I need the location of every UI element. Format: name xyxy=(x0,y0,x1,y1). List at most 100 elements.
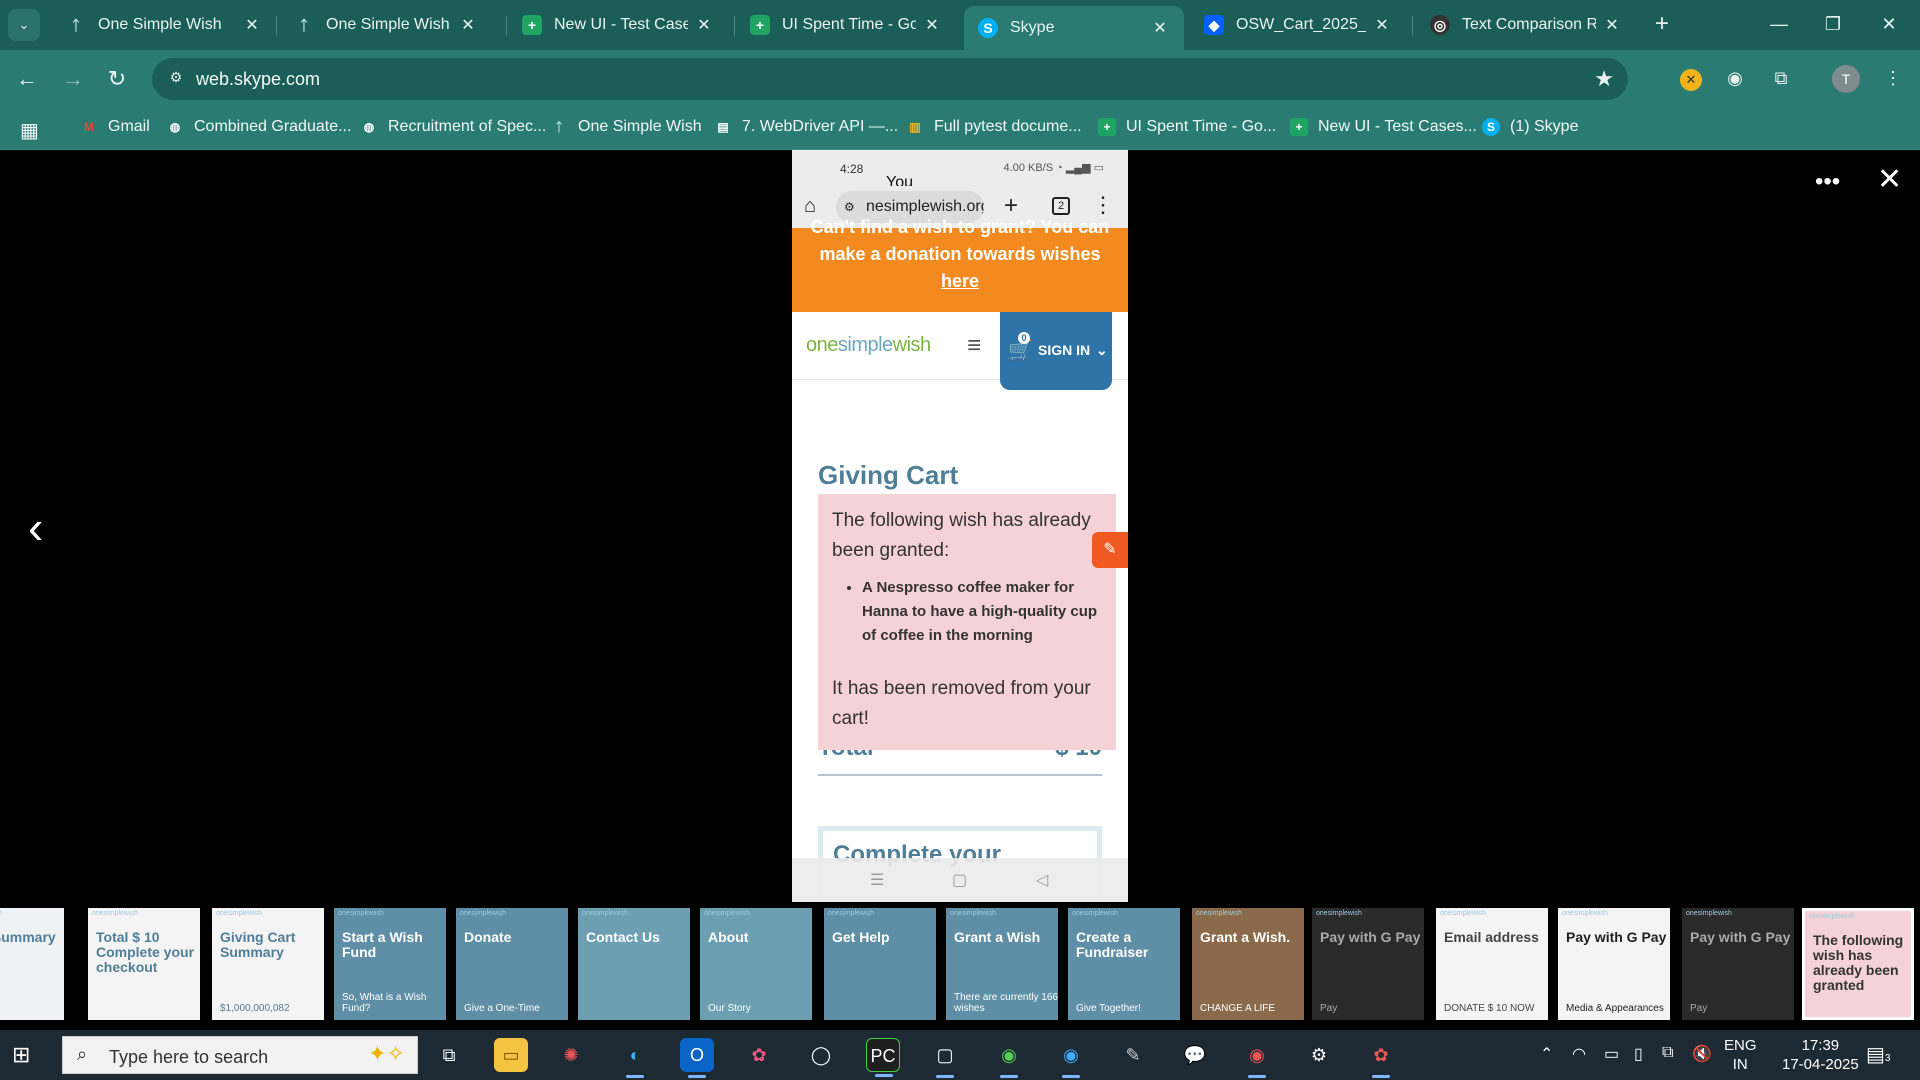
close-icon[interactable]: ✕ xyxy=(242,15,262,35)
apps-grid-icon[interactable]: ▦ xyxy=(20,118,39,143)
windows-start-icon[interactable]: ⊞ xyxy=(12,1042,38,1068)
bookmark-recruitment[interactable]: ◍ Recruitment of Spec... xyxy=(360,118,547,136)
app-icon[interactable]: ✿ xyxy=(1364,1038,1398,1078)
giving-cart-heading: Giving Cart xyxy=(818,460,959,490)
bookmark-skype[interactable]: S (1) Skype xyxy=(1482,118,1578,136)
thumbnail-item[interactable]: onesimplewish The following wish has alre… xyxy=(1802,908,1914,1020)
thumbnail-logo: onesimplewish xyxy=(582,910,628,917)
tab-ui-spent-time[interactable]: + UI Spent Time - Goo ✕ xyxy=(736,6,956,44)
settings-gear-icon[interactable]: ⚙ xyxy=(1302,1038,1336,1072)
clock[interactable]: 17:39 17-04-2025 xyxy=(1782,1036,1859,1074)
file-explorer-icon[interactable]: ▭ xyxy=(494,1038,528,1072)
chat-icon[interactable]: 💬 xyxy=(1178,1038,1212,1072)
previous-image-icon[interactable]: ‹ xyxy=(28,500,43,554)
task-view-icon[interactable]: ⧉ xyxy=(432,1038,466,1072)
mute-icon[interactable]: 🔇 xyxy=(1692,1044,1712,1064)
close-icon[interactable]: ✕ xyxy=(922,15,942,35)
profile-avatar[interactable]: T xyxy=(1832,65,1860,93)
close-icon[interactable]: ✕ xyxy=(1150,18,1170,38)
thumbnail-item[interactable]: onesimplewish Start a Wish Fund So, What i… xyxy=(334,908,446,1020)
bookmark-combined-graduate[interactable]: ◍ Combined Graduate... xyxy=(166,118,352,136)
thumbnail-item[interactable]: onesimplewish Pay with G Pay Pay xyxy=(1312,908,1424,1020)
thumbnail-logo: onesimplewish xyxy=(1196,910,1242,917)
outlook-icon[interactable]: O xyxy=(680,1038,714,1078)
close-viewer-icon[interactable]: ✕ xyxy=(1877,162,1902,197)
pycharm-icon[interactable]: PC xyxy=(866,1038,900,1077)
restore-button[interactable]: ❐ xyxy=(1810,8,1856,40)
thumbnail-logo: onesimplewish xyxy=(0,910,2,917)
taskbar-search[interactable]: ⌕ Type here to search ✦✧ xyxy=(62,1036,418,1074)
thumbnail-item[interactable]: onesimplewish Pay with G Pay Pay xyxy=(1682,908,1794,1020)
address-bar[interactable]: ⚙ web.skype.com ★ xyxy=(152,58,1628,100)
phone-status-bar: 4:28 You 4.00 KB/S ◔ ▂▄▆ ▭ xyxy=(792,150,1128,191)
close-window-button[interactable]: ✕ xyxy=(1866,8,1912,40)
image-viewer: ••• ✕ ‹ 4:28 You 4.00 KB/S ◔ ▂▄▆ ▭ ⌂ ⚙ ne… xyxy=(0,150,1920,902)
bookmark-new-ui-test-cases[interactable]: + New UI - Test Cases... xyxy=(1290,118,1477,136)
thumbnail-item[interactable]: onesimplewish Giving Cart Summary $1,000,0… xyxy=(212,908,324,1020)
tab-search-button[interactable]: ⌄ xyxy=(8,9,40,41)
bookmark-star-icon[interactable]: ★ xyxy=(1594,66,1614,92)
display-icon[interactable]: ▯ xyxy=(1634,1044,1643,1064)
chrome-alt-icon[interactable]: ◉ xyxy=(1240,1038,1274,1078)
thumbnail-item[interactable]: onesimplewish Grant a Wish. CHANGE A LIFE xyxy=(1192,908,1304,1020)
close-icon[interactable]: ✕ xyxy=(1602,15,1622,35)
back-button[interactable]: ← xyxy=(10,62,44,96)
tab-osw-cart-pdf[interactable]: ◆ OSW_Cart_2025_v3.p ✕ xyxy=(1190,6,1406,44)
site-info-icon[interactable]: ⚙ xyxy=(166,69,186,89)
thumbnail-item[interactable]: onesimplewish Grant a Wish There are curre… xyxy=(946,908,1058,1020)
window-icon[interactable]: ▢ xyxy=(928,1038,962,1078)
globe-icon: ◍ xyxy=(169,120,181,134)
extensions-puzzle-icon[interactable]: ⧉ xyxy=(1766,63,1796,93)
dell-icon[interactable]: ◯ xyxy=(804,1038,838,1072)
thumbnail-item[interactable]: onesimplewish Email address DONATE $ 10 NO… xyxy=(1436,908,1548,1020)
thumbnail-item[interactable]: onesimplewish Contact Us xyxy=(578,908,690,1020)
thumbnail-title: Giving Cart Summary xyxy=(220,929,296,960)
bookmark-gmail[interactable]: M Gmail xyxy=(80,118,150,136)
thumbnail-item[interactable]: onesimplewish Total $ 10 Complete your ch… xyxy=(88,908,200,1020)
more-options-icon[interactable]: ••• xyxy=(1815,168,1840,196)
compare-icon: ◎ xyxy=(1430,15,1450,35)
wifi-icon[interactable]: ◠ xyxy=(1572,1044,1586,1064)
chevron-up-icon[interactable]: ⌃ xyxy=(1540,1044,1553,1064)
thumbnail-title: Total $ 10 Complete your checkout xyxy=(96,929,195,975)
edge-icon[interactable]: ◐ xyxy=(618,1038,652,1078)
tab-one-simple-wish-2[interactable]: ᛏ One Simple Wish ✕ xyxy=(280,6,492,44)
menu-kebab-icon[interactable]: ⋮ xyxy=(1878,63,1908,93)
copilot-icon[interactable]: ✺ xyxy=(554,1038,588,1072)
thumbnail-title: Grant a Wish. xyxy=(1200,929,1291,945)
extension-icon[interactable]: ✕ xyxy=(1676,63,1706,93)
thumbnail-item[interactable]: onesimplewish Create a Fundraiser Give Tog… xyxy=(1068,908,1180,1020)
language-indicator[interactable]: ENG IN xyxy=(1724,1036,1757,1074)
close-icon[interactable]: ✕ xyxy=(694,15,714,35)
tab-skype[interactable]: S Skype ✕ xyxy=(964,6,1184,50)
osw-icon: ᛏ xyxy=(299,17,309,33)
tab-one-simple-wish-1[interactable]: ᛏ One Simple Wish ✕ xyxy=(52,6,276,44)
thumbnail-subtitle: DONATE $ 10 NOW xyxy=(1444,1003,1535,1014)
chrome-profile-icon[interactable]: ◉ xyxy=(1054,1038,1088,1078)
chrome-icon[interactable]: ◉ xyxy=(992,1038,1026,1078)
thumbnail-item[interactable]: onesimplewish Pay with G Pay Media & Appea… xyxy=(1558,908,1670,1020)
bookmark-one-simple-wish[interactable]: ᛏ One Simple Wish xyxy=(550,118,701,136)
close-icon[interactable]: ✕ xyxy=(1372,15,1392,35)
bookmark-webdriver-api[interactable]: ▤ 7. WebDriver API —... xyxy=(714,118,898,136)
bookmark-pytest[interactable]: ▥ Full pytest docume... xyxy=(906,118,1081,136)
new-tab-button[interactable]: + xyxy=(1648,10,1676,38)
notifications-icon[interactable]: ▤3 xyxy=(1866,1042,1890,1067)
close-icon[interactable]: ✕ xyxy=(458,15,478,35)
thumbnail-item[interactable]: onesimplewish About Our Story xyxy=(700,908,812,1020)
pen-tool-icon[interactable]: ✎ xyxy=(1116,1038,1150,1072)
bookmark-ui-spent-time[interactable]: + UI Spent Time - Go... xyxy=(1098,118,1276,136)
minimize-button[interactable]: — xyxy=(1756,8,1802,40)
tab-text-comparison[interactable]: ◎ Text Comparison Res ✕ xyxy=(1416,6,1636,44)
cart-count-badge: 0 xyxy=(1018,332,1030,344)
screen-mirror-icon[interactable]: ⧉ xyxy=(1662,1044,1673,1062)
screenshot-icon[interactable]: ◉ xyxy=(1720,63,1750,93)
forward-button[interactable]: → xyxy=(56,62,90,96)
m365-icon[interactable]: ✿ xyxy=(742,1038,776,1072)
thumbnail-item[interactable]: onesimplewish Donate Give a One-Time xyxy=(456,908,568,1020)
thumbnail-item[interactable]: onesimplewishCart Summary$ 10 xyxy=(0,908,64,1020)
tab-new-ui-test-cases[interactable]: + New UI - Test Cases - ✕ xyxy=(508,6,728,44)
thumbnail-item[interactable]: onesimplewish Get Help xyxy=(824,908,936,1020)
battery-icon[interactable]: ▭ xyxy=(1604,1044,1619,1064)
reload-button[interactable]: ↻ xyxy=(100,62,134,96)
